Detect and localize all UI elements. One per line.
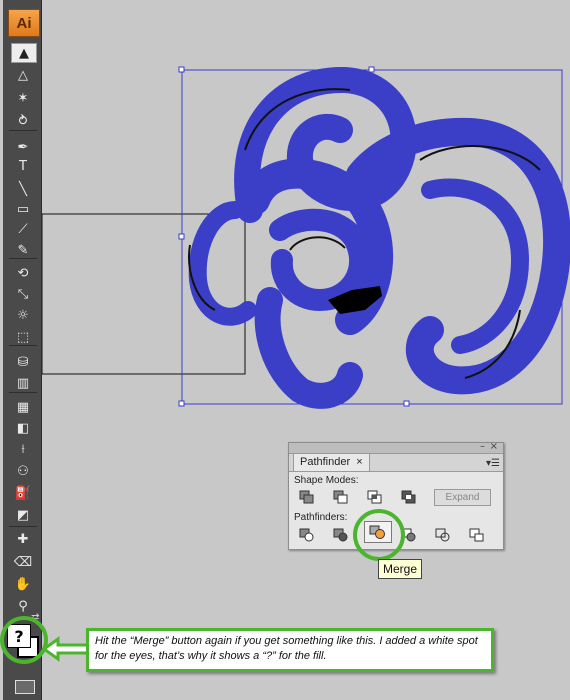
toolbar-separator [9, 526, 37, 527]
tools-panel: Ai ▲ △ ✶ ⥁ ✒ T ╲ ▭ ⟋ ✎ ⟲ ⤡ ☼ ⬚ ⛁ ▥ ▦ ◧ ⟊ ⚇ ⛽ ◩ ✚ ⌫ ✋ ⚲ ? ⇄ [3, 0, 42, 700]
rectangle-tool[interactable]: ▭ [11, 200, 35, 218]
selection-tool[interactable]: ▲ [11, 43, 37, 63]
toolbar-separator [9, 345, 37, 346]
expand-button[interactable]: Expand [434, 489, 491, 506]
blend-tool[interactable]: ⚇ [11, 462, 35, 480]
eyedropper-tool[interactable]: ⟊ [11, 440, 35, 458]
minus-back-icon [469, 528, 484, 542]
eraser-tool[interactable]: ⌫ [11, 553, 35, 571]
toolbar-separator [9, 258, 37, 259]
minus-back-button[interactable] [468, 527, 486, 543]
pencil-tool[interactable]: ✎ [11, 241, 35, 259]
live-paint-bucket-tool[interactable]: ⛽ [11, 484, 35, 502]
scale-tool[interactable]: ⤡ [11, 285, 35, 303]
toolbar-separator [9, 392, 37, 393]
warp-tool[interactable]: ☼ [11, 306, 35, 324]
tab-pathfinder-label: Pathfinder [300, 456, 351, 468]
graph-tool[interactable]: ▥ [11, 374, 35, 392]
symbol-sprayer-tool[interactable]: ⛁ [11, 353, 35, 371]
tab-pathfinder[interactable]: Pathfinder × [293, 453, 370, 472]
trim-icon [333, 528, 348, 542]
close-icon[interactable]: × [490, 441, 498, 452]
rotate-tool[interactable]: ⟲ [11, 264, 35, 282]
pen-tool[interactable]: ✒ [11, 138, 35, 156]
instruction-callout: Hit the “Merge” button again if you get … [86, 628, 494, 672]
outline-button[interactable] [434, 527, 452, 543]
unite-icon [299, 490, 314, 504]
type-tool[interactable]: T [11, 157, 35, 175]
free-transform-tool[interactable]: ⬚ [11, 328, 35, 346]
tab-close-icon[interactable]: × [356, 456, 362, 468]
paintbrush-tool[interactable]: ⟋ [11, 220, 35, 238]
screen-mode-icon[interactable] [15, 680, 35, 694]
trim-button[interactable] [332, 527, 350, 543]
divide-icon [299, 528, 314, 542]
lasso-tool[interactable]: ⥁ [11, 112, 35, 130]
rectangle-object[interactable] [41, 213, 246, 375]
slice-tool[interactable]: ✚ [11, 530, 35, 548]
toolbar-separator [9, 130, 37, 131]
pathfinders-label: Pathfinders: [294, 512, 348, 523]
shape-modes-label: Shape Modes: [294, 475, 359, 486]
merge-tooltip: Merge [378, 559, 423, 579]
merge-highlight-circle [353, 509, 405, 561]
exclude-icon [401, 490, 416, 504]
minimize-icon[interactable]: – [480, 441, 485, 452]
minus-front-icon [333, 490, 348, 504]
hand-tool[interactable]: ✋ [11, 575, 35, 593]
live-paint-selection-tool[interactable]: ◩ [11, 506, 35, 524]
gradient-tool[interactable]: ◧ [11, 419, 35, 437]
outline-icon [435, 528, 450, 542]
panel-menu-icon[interactable]: ▾☰ [486, 458, 500, 469]
divide-button[interactable] [298, 527, 316, 543]
artboard-canvas[interactable] [0, 0, 570, 700]
mesh-tool[interactable]: ▦ [11, 398, 35, 416]
minus-front-button[interactable] [332, 489, 350, 505]
intersect-icon [367, 490, 382, 504]
intersect-button[interactable] [366, 489, 384, 505]
line-tool[interactable]: ╲ [11, 180, 35, 198]
magic-wand-tool[interactable]: ✶ [11, 89, 35, 107]
unite-button[interactable] [298, 489, 316, 505]
direct-selection-tool[interactable]: △ [11, 66, 35, 84]
ram-skull-artwork[interactable] [188, 66, 570, 409]
exclude-button[interactable] [400, 489, 418, 505]
fill-highlight-circle [0, 616, 48, 664]
illustrator-logo: Ai [8, 9, 40, 37]
